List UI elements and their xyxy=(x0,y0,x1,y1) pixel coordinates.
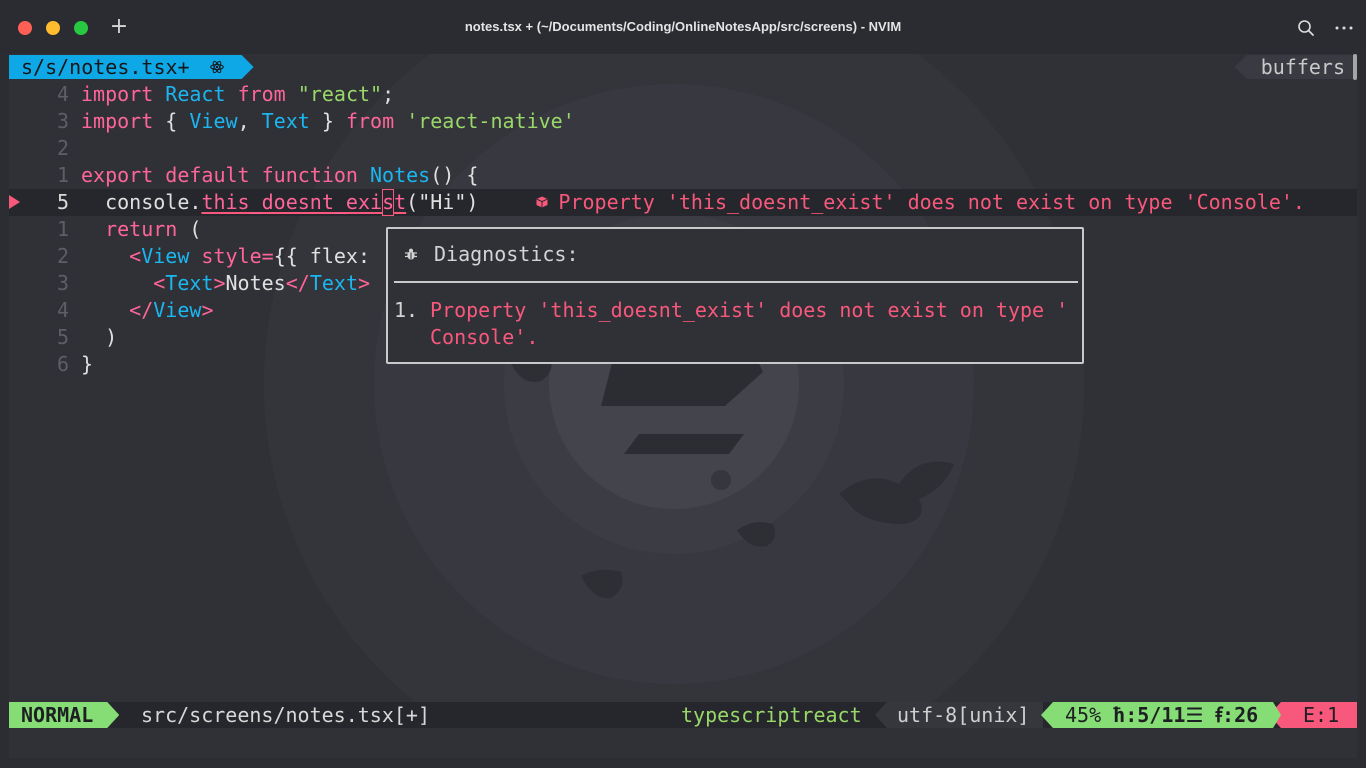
search-icon[interactable] xyxy=(1295,17,1317,39)
buffers-label[interactable]: buffers xyxy=(1234,55,1353,79)
line-icon: ħ xyxy=(1113,703,1126,727)
encoding-label: utf-8[unix] xyxy=(875,702,1044,728)
command-line[interactable] xyxy=(9,728,1357,758)
divider xyxy=(394,281,1078,283)
percent-label: 45% xyxy=(1065,703,1102,727)
line-number: 4 xyxy=(56,82,69,106)
statusline: NORMAL src/screens/notes.tsx[+] typescri… xyxy=(9,702,1357,728)
terminal-window: + notes.tsx + (~/Documents/Coding/Online… xyxy=(0,0,1366,768)
lines-icon: ☰ xyxy=(1185,703,1204,727)
diagnostics-popup[interactable]: Diagnostics: 1. Property 'this_doesnt_ex… xyxy=(386,227,1084,364)
filetype-label: typescriptreact xyxy=(681,703,862,727)
line-number: 1 xyxy=(56,217,69,241)
code-line: 2 xyxy=(9,135,1357,162)
code-line: 3 import { View, Text } from 'react-nati… xyxy=(9,108,1357,135)
scrollbar-thumb[interactable] xyxy=(1353,54,1357,80)
line-number: 2 xyxy=(56,136,69,160)
error-token: this_doesnt_exist xyxy=(201,189,407,216)
mode-indicator: NORMAL xyxy=(9,702,119,728)
line-number: 3 xyxy=(56,271,69,295)
line-number: 6 xyxy=(56,352,69,376)
buffer-tab-active[interactable]: s/s/notes.tsx+ xyxy=(9,55,254,79)
buffer-tab-label: s/s/notes.tsx+ xyxy=(21,55,190,79)
diagnostics-title: Diagnostics: xyxy=(396,241,579,268)
code-line-current: 5 console.this_doesnt_exist("Hi") Proper… xyxy=(9,189,1357,216)
text-cursor: s xyxy=(382,189,395,216)
window-title: notes.tsx + (~/Documents/Coding/OnlineNo… xyxy=(464,19,902,34)
title-bar: + notes.tsx + (~/Documents/Coding/Online… xyxy=(0,0,1366,54)
cube-icon xyxy=(536,196,548,207)
file-path: src/screens/notes.tsx[+] xyxy=(141,703,430,727)
line-number: 4 xyxy=(56,298,69,322)
line-number: 2 xyxy=(56,244,69,268)
more-options-icon[interactable] xyxy=(1333,17,1355,39)
column-info: :26 xyxy=(1222,703,1259,727)
position-segment: 45% ħ:5/11☰ ꞙ:26 xyxy=(1041,702,1273,728)
react-icon xyxy=(210,60,224,74)
line-number-current: 5 xyxy=(56,190,69,214)
line-number: 1 xyxy=(56,163,69,187)
line-number: 5 xyxy=(56,325,69,349)
line-info: :5/11 xyxy=(1125,703,1186,727)
code-line: 4 import React from "react"; xyxy=(9,81,1357,108)
diagnostic-index: 1. xyxy=(394,298,419,322)
editor-area[interactable]: s/s/notes.tsx+ buffers 4 import React fr… xyxy=(9,54,1357,728)
code-line: 1 export default function Notes() { xyxy=(9,162,1357,189)
line-number: 3 xyxy=(56,109,69,133)
tabline: s/s/notes.tsx+ buffers xyxy=(9,54,1357,80)
bug-icon xyxy=(405,248,417,260)
diagnostic-message: Property 'this_doesnt_exist' does not ex… xyxy=(430,298,1069,349)
diagnostic-virtual-text: Property 'this_doesnt_exist' does not ex… xyxy=(536,190,1305,214)
